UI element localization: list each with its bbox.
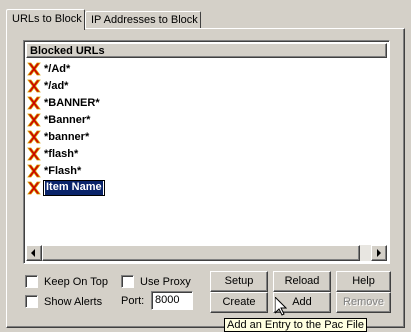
list-header-blocked-urls[interactable]: Blocked URLs bbox=[26, 43, 387, 58]
list-item[interactable]: *Flash* bbox=[26, 162, 387, 179]
list-item-label: */ad* bbox=[44, 79, 69, 92]
mouse-pointer-icon bbox=[275, 297, 287, 316]
show-alerts-checkbox[interactable]: Show Alerts bbox=[25, 295, 102, 308]
port-value: 8000 bbox=[155, 294, 180, 306]
add-label: Add bbox=[292, 296, 312, 308]
tab-label: URLs to Block bbox=[12, 13, 82, 25]
reload-label: Reload bbox=[284, 275, 320, 287]
list-item-label: *banner* bbox=[44, 130, 90, 143]
setup-button[interactable]: Setup bbox=[210, 271, 268, 292]
reload-button[interactable]: Reload bbox=[273, 271, 331, 292]
list-item-label: *Banner* bbox=[44, 113, 91, 126]
list-item[interactable]: *Banner* bbox=[26, 111, 387, 128]
list-header-label: Blocked URLs bbox=[30, 45, 105, 57]
red-x-icon bbox=[27, 79, 41, 92]
scroll-left-button[interactable] bbox=[26, 245, 42, 261]
checkbox-box[interactable] bbox=[25, 295, 38, 308]
list-item[interactable]: *flash* bbox=[26, 145, 387, 162]
list-item[interactable]: */ad* bbox=[26, 77, 387, 94]
list-item-label: *BANNER* bbox=[44, 96, 100, 109]
red-x-icon bbox=[27, 62, 41, 75]
blocked-urls-list[interactable]: Blocked URLs */Ad* */ad* *BANNER* *Banner* *… bbox=[23, 40, 390, 264]
red-x-icon bbox=[27, 147, 41, 160]
red-x-icon bbox=[27, 130, 41, 143]
red-x-icon bbox=[27, 181, 41, 194]
list-item-label: *flash* bbox=[44, 147, 79, 160]
checkbox-box[interactable] bbox=[25, 275, 38, 288]
scroll-right-button[interactable] bbox=[371, 245, 387, 261]
create-button[interactable]: Create bbox=[210, 292, 268, 313]
tab-label: IP Addresses to Block bbox=[91, 14, 198, 26]
arrow-left-icon bbox=[31, 249, 35, 257]
list-item[interactable]: *banner* bbox=[26, 128, 387, 145]
port-input[interactable]: 8000 bbox=[151, 291, 193, 310]
item-name-text: Item Name bbox=[45, 180, 103, 195]
add-button-tooltip: Add an Entry to the Pac File bbox=[224, 318, 367, 332]
tooltip-text: Add an Entry to the Pac File bbox=[227, 319, 364, 331]
port-label: Port: bbox=[121, 295, 145, 307]
scroll-thumb[interactable] bbox=[42, 245, 360, 261]
list-item[interactable]: *BANNER* bbox=[26, 94, 387, 111]
help-button[interactable]: Help bbox=[336, 271, 391, 292]
horizontal-scrollbar[interactable] bbox=[26, 245, 387, 261]
item-name-edit-field[interactable]: Item Name bbox=[43, 179, 105, 196]
list-item-label: *Flash* bbox=[44, 164, 82, 177]
red-x-icon bbox=[27, 96, 41, 109]
checkbox-box[interactable] bbox=[121, 275, 134, 288]
help-label: Help bbox=[352, 275, 375, 287]
arrow-right-icon bbox=[377, 249, 381, 257]
remove-label: Remove bbox=[343, 296, 384, 308]
keep-on-top-checkbox[interactable]: Keep On Top bbox=[25, 275, 108, 288]
keep-on-top-label: Keep On Top bbox=[44, 275, 109, 288]
tab-urls-to-block[interactable]: URLs to Block bbox=[6, 9, 85, 30]
list-item-editing[interactable]: Item Name bbox=[26, 179, 387, 196]
tab-ip-addresses-to-block[interactable]: IP Addresses to Block bbox=[85, 11, 201, 29]
create-label: Create bbox=[222, 296, 256, 308]
remove-button[interactable]: Remove bbox=[336, 292, 391, 313]
setup-label: Setup bbox=[224, 275, 254, 287]
use-proxy-label: Use Proxy bbox=[140, 275, 191, 288]
list-item[interactable]: */Ad* bbox=[26, 60, 387, 77]
use-proxy-checkbox[interactable]: Use Proxy bbox=[121, 275, 191, 288]
show-alerts-label: Show Alerts bbox=[44, 295, 103, 308]
list-rows: */Ad* */ad* *BANNER* *Banner* *banner* *flash… bbox=[26, 60, 387, 196]
list-item-label: */Ad* bbox=[44, 62, 71, 75]
red-x-icon bbox=[27, 113, 41, 126]
red-x-icon bbox=[27, 164, 41, 177]
